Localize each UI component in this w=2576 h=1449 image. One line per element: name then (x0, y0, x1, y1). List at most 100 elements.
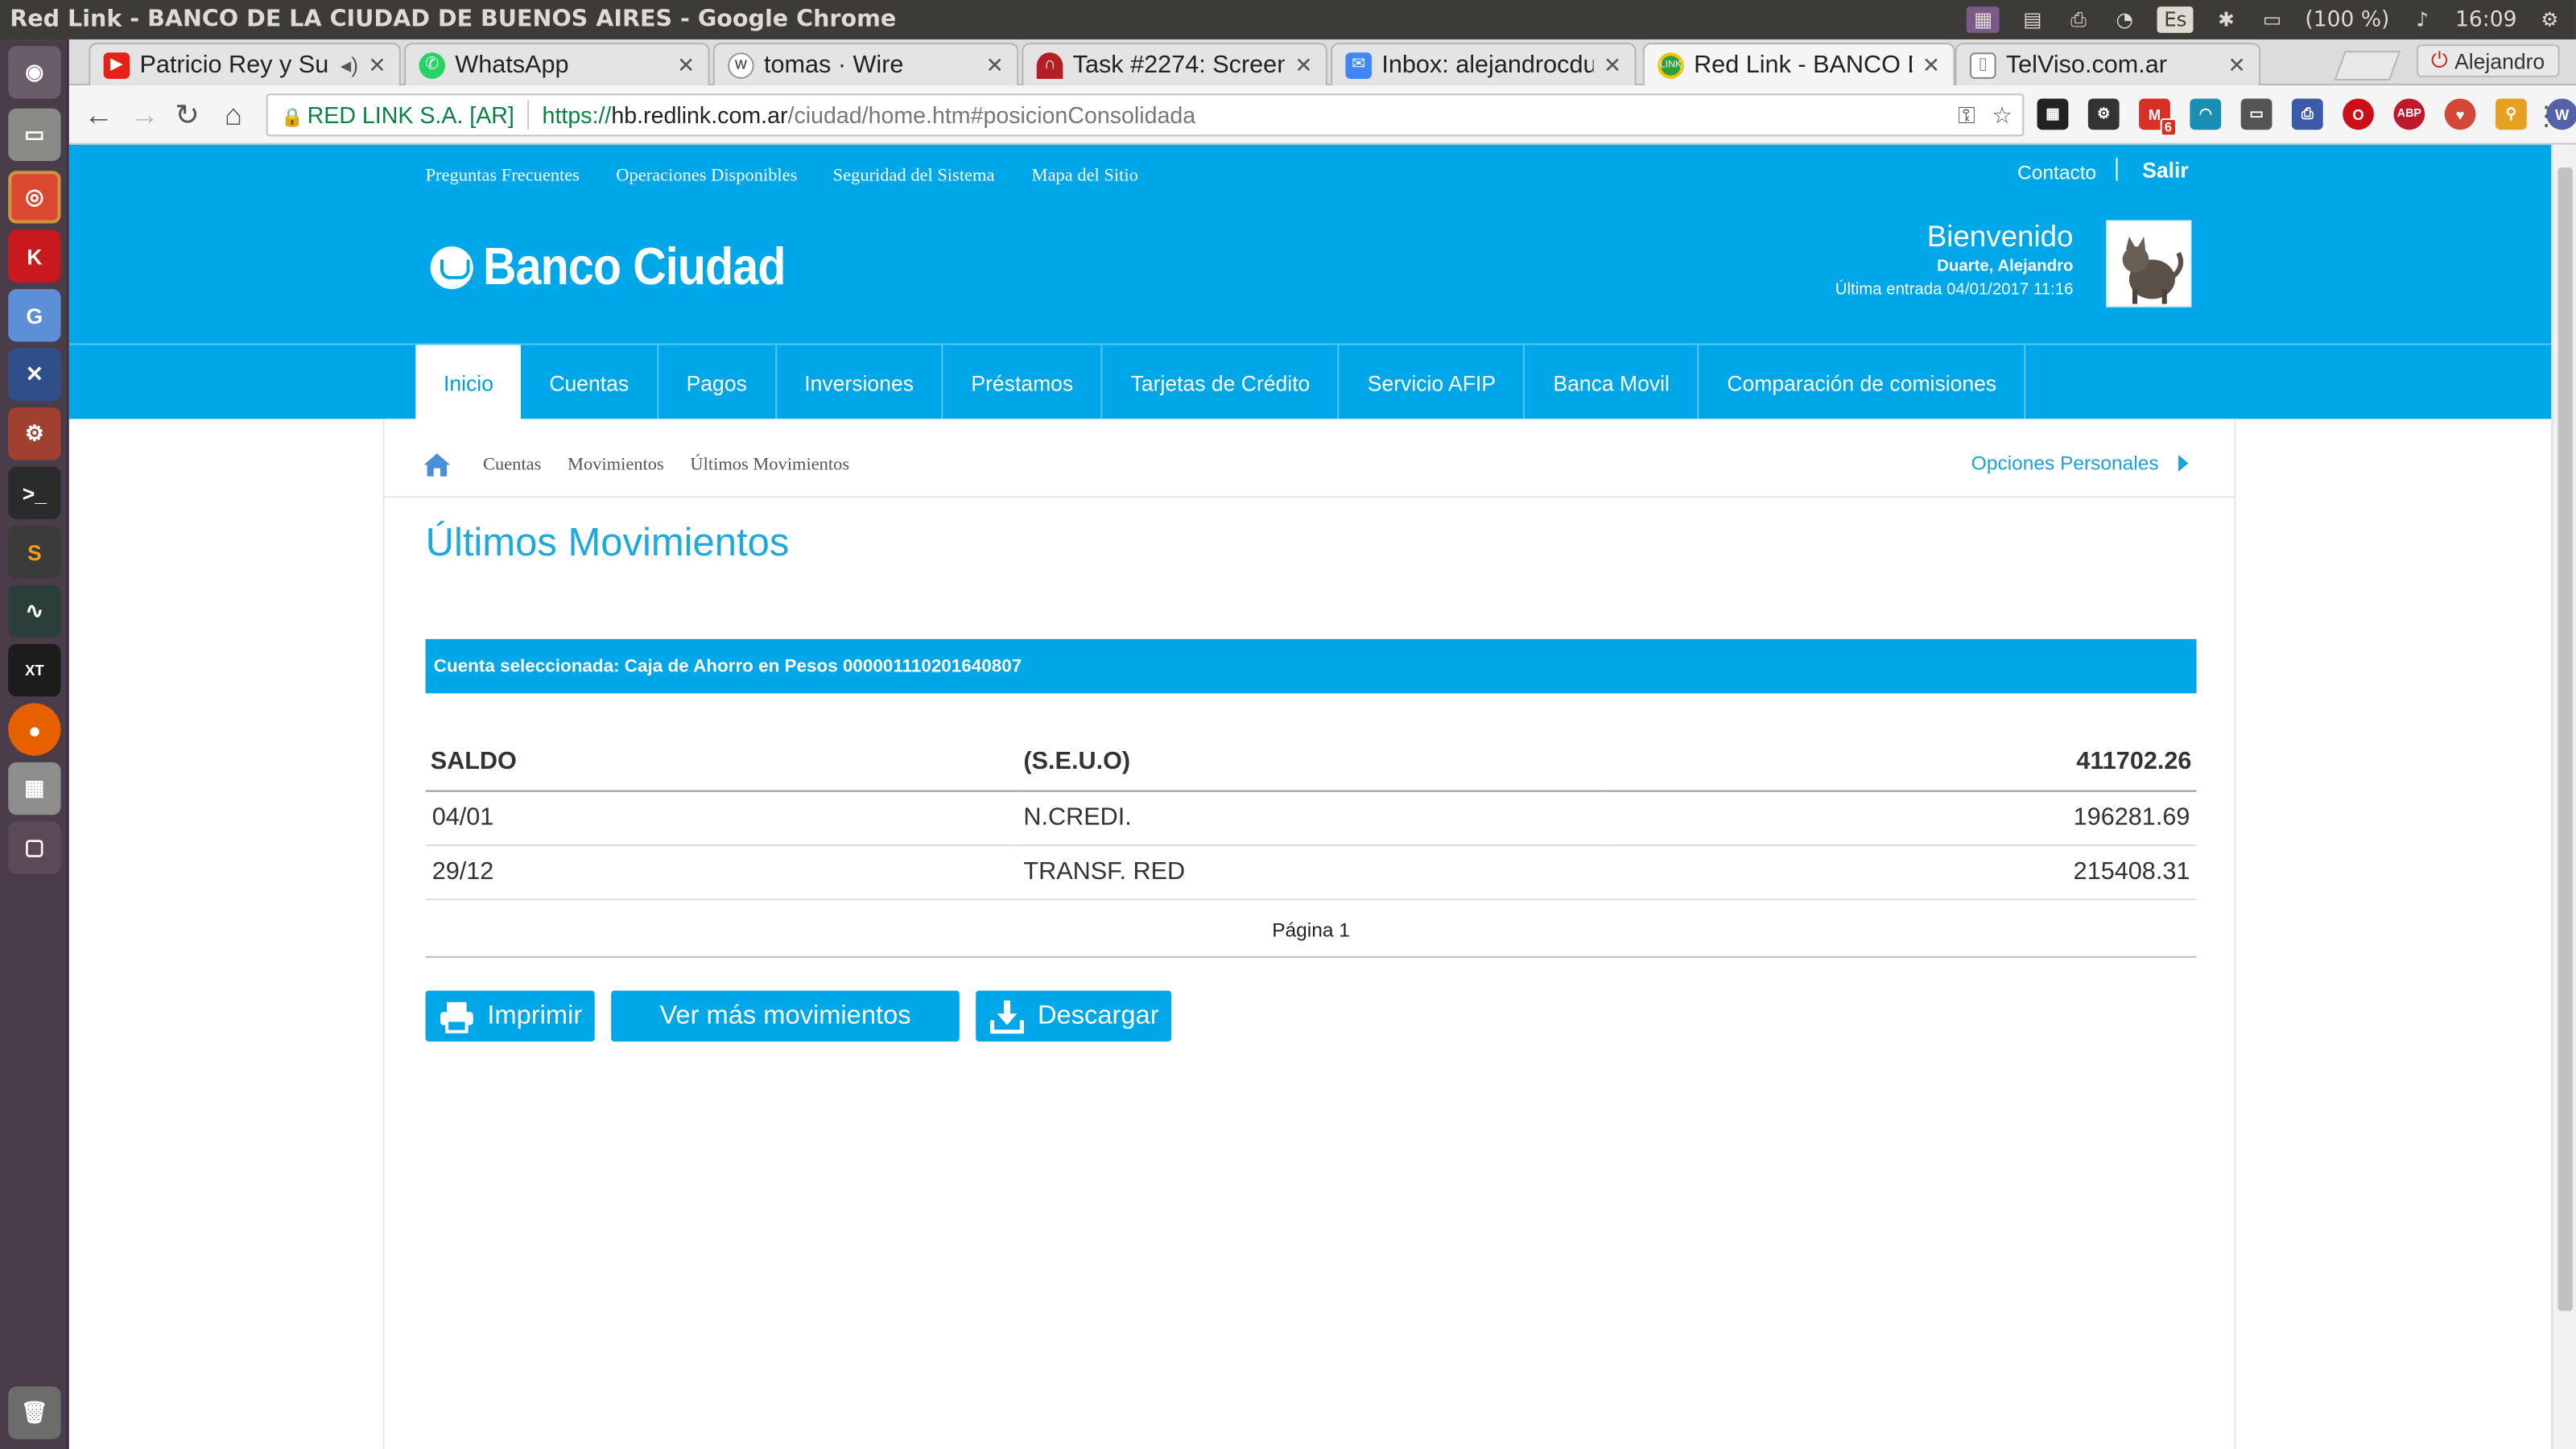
window-icon[interactable]: ▢ (8, 821, 61, 874)
audio-icon[interactable]: ◂) (341, 52, 358, 78)
avatar[interactable] (2106, 220, 2192, 308)
more-movements-button[interactable]: Ver más movimientos (611, 990, 960, 1042)
reload-button[interactable]: ↻ (171, 97, 204, 131)
dash-icon[interactable]: ◉ (8, 46, 61, 99)
clock[interactable]: 16:09 (2455, 7, 2516, 32)
home-icon[interactable] (423, 453, 451, 477)
download-button[interactable]: Descargar (976, 990, 1172, 1042)
badge-extension-icon[interactable]: ♥ (2444, 98, 2476, 130)
inbox-icon: ✉ (1345, 52, 1373, 78)
close-icon[interactable]: ✕ (1294, 52, 1312, 78)
firefox-icon[interactable]: ● (8, 703, 61, 756)
redlink-icon: LINK (1657, 52, 1684, 78)
monitor-icon[interactable]: ∿ (8, 584, 61, 638)
opera-icon[interactable]: O (2343, 98, 2374, 130)
page-icon: ▯ (1969, 52, 1996, 78)
sublime-icon[interactable]: S (8, 526, 61, 579)
bookmark-star-icon[interactable]: ☆ (1992, 101, 2013, 130)
close-icon[interactable]: ✕ (1922, 52, 1940, 78)
link-operaciones-disponibles[interactable]: Operaciones Disponibles (616, 166, 797, 185)
calculator-icon[interactable]: ▦ (8, 762, 61, 815)
tab-redmine[interactable]: ∩ Task #2274: Screen ✕ (1022, 43, 1327, 86)
saldo-value: 411702.26 (1604, 733, 2197, 791)
tab-whatsapp[interactable]: ✆ WhatsApp ✕ (404, 43, 710, 86)
screen: Red Link - BANCO DE LA CIUDAD DE BUENOS … (0, 0, 2576, 1449)
breadcrumb-movimientos[interactable]: Movimientos (568, 455, 664, 474)
print-button[interactable]: Imprimir (425, 990, 595, 1042)
user-name: Duarte, Alejandro (1937, 258, 2074, 276)
gmail-icon[interactable]: M6 (2139, 98, 2178, 137)
nav-cuentas[interactable]: Cuentas (522, 345, 658, 421)
nav-inversiones[interactable]: Inversiones (777, 345, 943, 421)
terminal-icon[interactable]: >_ (8, 466, 61, 519)
last-login: Última entrada 04/01/2017 11:16 (1835, 280, 2074, 299)
gear-icon[interactable]: ⚙ (2087, 98, 2120, 130)
key-icon[interactable]: ⚿ (1958, 101, 1975, 130)
tab-youtube[interactable]: ▶ Patricio Rey y Su ◂) ✕ (89, 43, 401, 86)
keyboard-layout[interactable]: Es (2157, 6, 2194, 33)
wave-icon[interactable]: ◠ (2190, 98, 2222, 130)
nav-prestamos[interactable]: Préstamos (943, 345, 1103, 421)
bank-logo[interactable]: Banco Ciudad (430, 237, 827, 298)
battery-icon[interactable]: ▭ (2259, 6, 2285, 33)
trash-icon[interactable]: 🗑 (8, 1386, 61, 1439)
personal-options-link[interactable]: Opciones Personales (1971, 452, 2189, 475)
clipboard-icon[interactable]: ▤ (2020, 6, 2046, 33)
chrome-menu-icon[interactable]: ⋮ (2533, 100, 2560, 133)
link-seguridad-sistema[interactable]: Seguridad del Sistema (833, 166, 995, 185)
settings-icon[interactable]: ⚙ (8, 407, 61, 460)
wire-icon: w (728, 52, 754, 78)
power-icon[interactable]: ⚙ (2537, 6, 2563, 33)
page-scrollbar[interactable] (2551, 144, 2576, 1449)
back-button[interactable]: ← (82, 97, 115, 131)
nav-banca-movil[interactable]: Banca Movil (1525, 345, 1699, 421)
movement-date: 29/12 (425, 844, 1018, 900)
browser-toolbar: ← → ↻ ⌂ 🔒 RED LINK S.A. [AR] https:// hb… (68, 85, 2576, 145)
magnifier-icon[interactable]: ⚲ (2495, 98, 2527, 130)
nav-pagos[interactable]: Pagos (658, 345, 777, 421)
printer-icon[interactable]: ⎙ (2066, 6, 2092, 33)
page-title: Últimos Movimientos (425, 520, 790, 566)
qr-icon[interactable]: ▦ (2037, 98, 2069, 130)
files-icon[interactable]: ▭ (8, 108, 61, 161)
screen-share-icon[interactable]: ▦ (1967, 6, 2000, 33)
nav-servicio-afip[interactable]: Servicio AFIP (1340, 345, 1525, 421)
xterm-icon[interactable]: XT (8, 643, 61, 697)
bluetooth-icon[interactable]: ✱ (2213, 6, 2240, 33)
logout-link[interactable]: Salir (2142, 158, 2189, 183)
g-app-icon[interactable]: G (8, 289, 61, 342)
close-icon[interactable]: ✕ (986, 52, 1004, 78)
secure-origin-label: RED LINK S.A. [AR] (307, 101, 514, 129)
new-tab-button[interactable] (2334, 51, 2401, 80)
tab-telviso[interactable]: ▯ TelViso.com.ar ✕ (1955, 43, 2261, 86)
close-icon[interactable]: ✕ (2228, 52, 2246, 78)
tab-wire[interactable]: w tomas · Wire ✕ (712, 43, 1019, 86)
nav-tarjetas-credito[interactable]: Tarjetas de Crédito (1103, 345, 1340, 421)
scrollbar-thumb[interactable] (2557, 167, 2573, 1311)
home-button[interactable]: ⌂ (217, 97, 250, 131)
battery-percent[interactable]: (100 %) (2305, 7, 2389, 32)
volume-icon[interactable]: ♪ (2409, 6, 2436, 33)
close-icon[interactable]: ✕ (368, 52, 386, 78)
adblock-icon[interactable]: ABP (2393, 98, 2425, 130)
breadcrumb-cuentas[interactable]: Cuentas (483, 455, 541, 474)
address-bar[interactable]: 🔒 RED LINK S.A. [AR] https:// hb.redlink… (266, 93, 2025, 137)
cast-icon[interactable]: ▭ (2240, 98, 2273, 130)
link-mapa-sitio[interactable]: Mapa del Sitio (1032, 166, 1138, 185)
close-icon[interactable]: ✕ (677, 52, 695, 78)
chrome-icon[interactable]: ◎ (8, 171, 61, 224)
print-extension-icon[interactable]: ⎙ (2291, 98, 2323, 130)
x-app-icon[interactable]: ✕ (8, 348, 61, 401)
close-icon[interactable]: ✕ (1604, 52, 1621, 78)
nav-comparacion-comisiones[interactable]: Comparación de comisiones (1699, 345, 2026, 421)
k-app-icon[interactable]: K (8, 229, 61, 283)
link-preguntas-frecuentes[interactable]: Preguntas Frecuentes (426, 166, 580, 185)
forward-button[interactable]: → (128, 97, 161, 131)
nav-inicio[interactable]: Inicio (415, 345, 522, 421)
profile-button[interactable]: ⏻ Alejandro (2416, 44, 2560, 77)
wifi-icon[interactable]: ◔ (2112, 6, 2138, 33)
launcher: ◉ ▭ ◎ K G ✕ ⚙ >_ S ∿ XT ● ▦ ▢ 🗑 (0, 39, 69, 1449)
contacto-link[interactable]: Contacto (2017, 161, 2096, 184)
tab-inbox[interactable]: ✉ Inbox: alejandrocdu ✕ (1331, 43, 1637, 86)
tab-redlink[interactable]: LINK Red Link - BANCO D ✕ (1642, 43, 1955, 86)
